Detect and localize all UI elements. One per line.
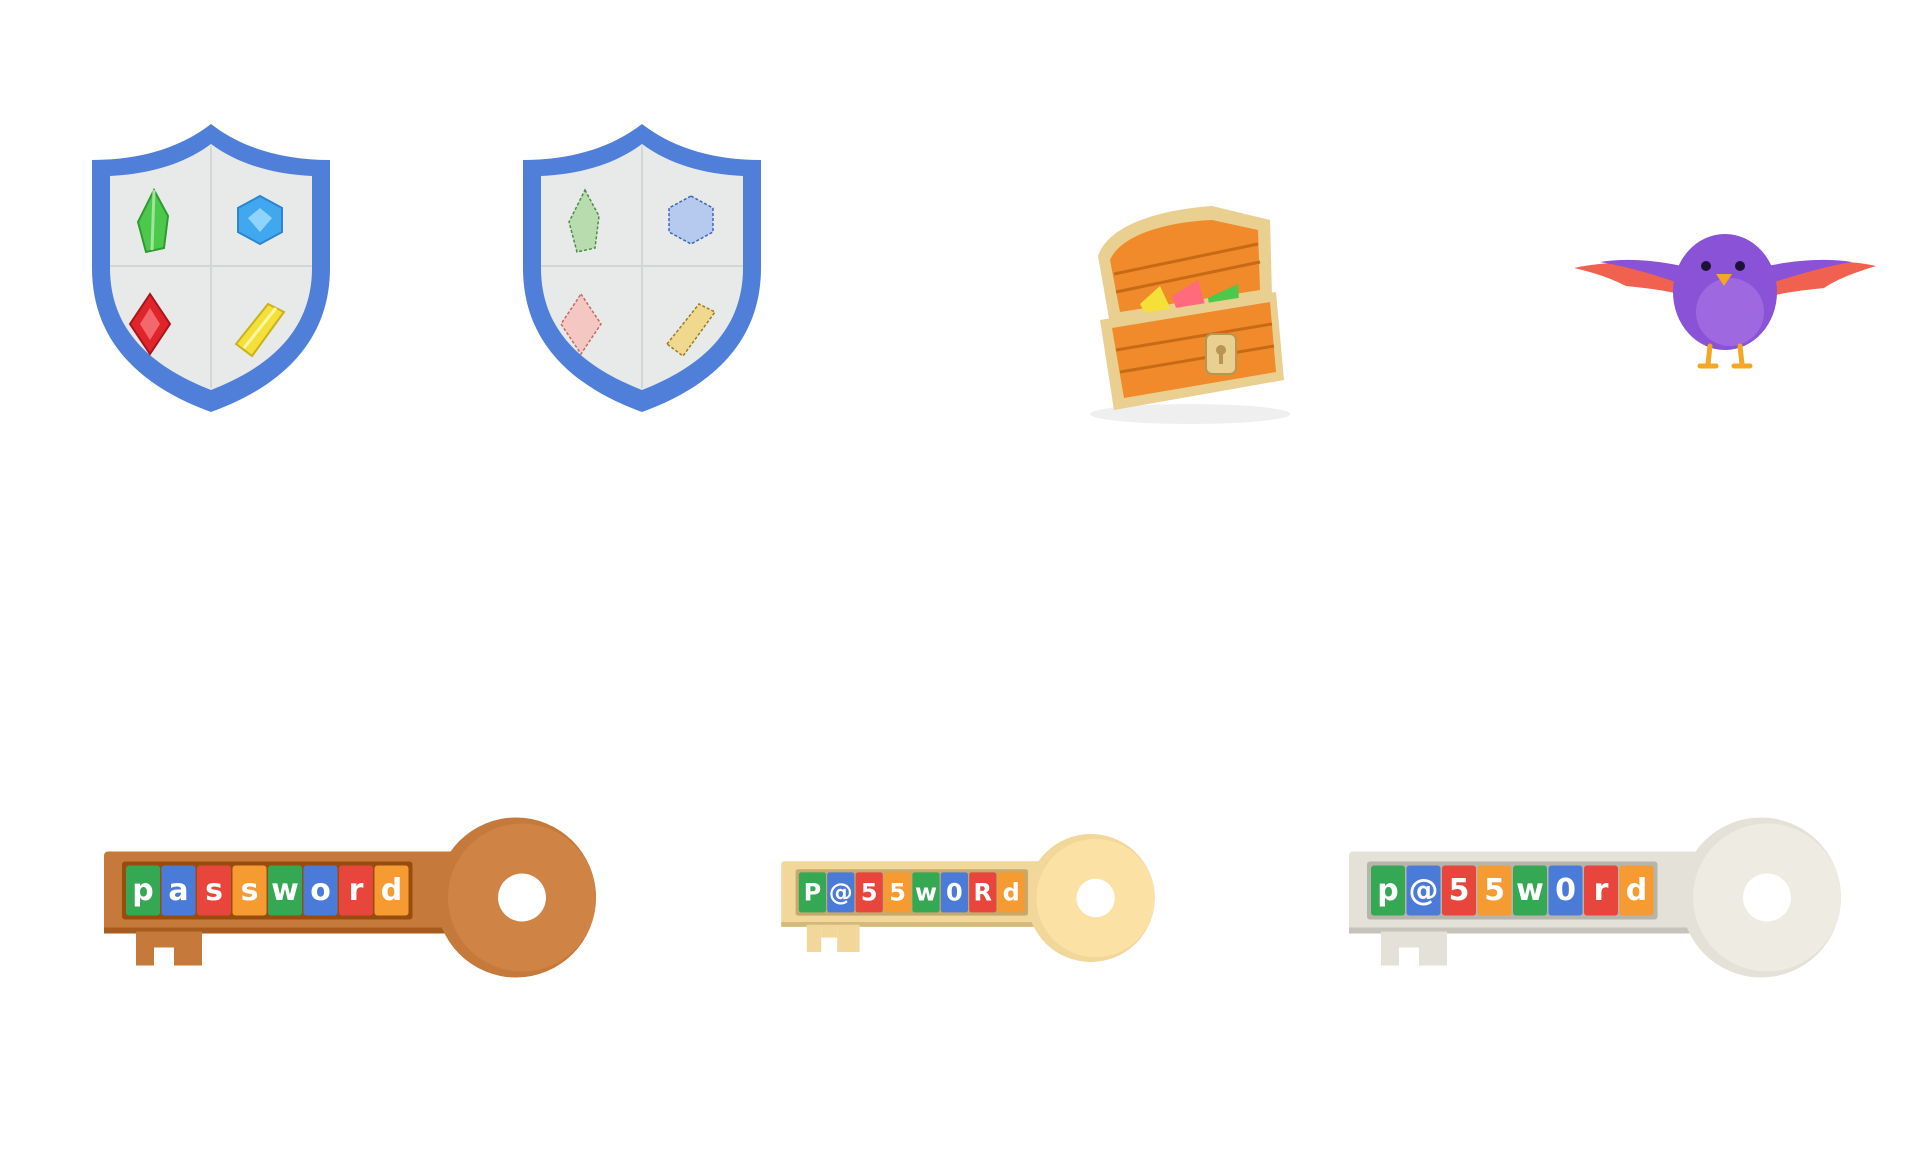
key-tile-char: r [1594, 873, 1609, 908]
key-tile-char: 0 [1555, 873, 1576, 908]
key-tile-char: 5 [861, 878, 878, 906]
key-tile-char: P [804, 878, 822, 906]
purple-bird-icon [1570, 200, 1880, 375]
key-tile-char: s [205, 873, 223, 908]
key-tile-char: 5 [1484, 873, 1505, 908]
key-tile-char: d [1003, 878, 1020, 906]
key-tile-char: 5 [1449, 873, 1470, 908]
key-tile-char: p [1377, 873, 1398, 908]
key-tile-char: p [132, 873, 153, 908]
key-tile-char: @ [1409, 873, 1439, 908]
key-tile-char: 0 [946, 878, 963, 906]
key-tile-char: R [974, 878, 992, 906]
key-tile-char: w [1516, 873, 1544, 908]
key-tile-char: r [349, 873, 364, 908]
key-tile-char: w [915, 878, 937, 906]
key-tile-char: a [168, 873, 188, 908]
key-tile-char: w [271, 873, 299, 908]
key-tile-char: @ [829, 878, 853, 906]
password-key-silver-icon: p @5 5 w 0 r d [1345, 810, 1845, 985]
key-tile-char: d [381, 873, 402, 908]
shield-outline-gems-icon [511, 118, 773, 418]
key-tile-char: s [241, 873, 259, 908]
treasure-chest-icon [1080, 200, 1300, 426]
key-tile-char: d [1626, 873, 1647, 908]
password-key-bronze-icon: password [100, 810, 600, 985]
key-tile-char: 5 [889, 878, 906, 906]
password-key-gold-icon: P @5 5 w 0 Rd [778, 828, 1158, 968]
illustration-sheet: password P @5 5 w 0 Rd p @5 5 w 0 r d [0, 0, 1920, 1167]
shield-gems-icon [80, 118, 342, 418]
key-tile-char: o [310, 873, 331, 908]
